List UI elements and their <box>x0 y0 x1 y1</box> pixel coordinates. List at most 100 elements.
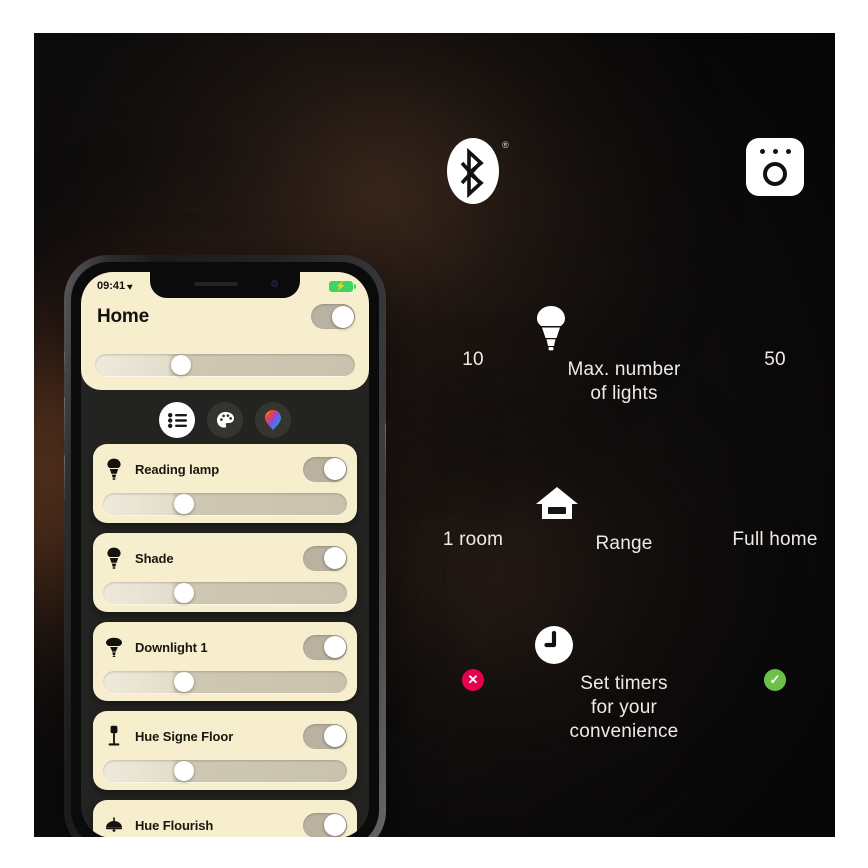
status-bar-time-group: 09:41 <box>97 280 135 292</box>
max-lights-caption: Max. number of lights <box>534 358 714 406</box>
light-brightness-track[interactable] <box>103 671 347 693</box>
battery-bolt-glyph: ⚡ <box>335 280 347 291</box>
light-brightness-knob[interactable] <box>173 494 194 514</box>
bridge-indicator-dots <box>746 149 804 154</box>
light-brightness-track[interactable] <box>103 760 347 782</box>
volume-down-button[interactable] <box>64 455 65 501</box>
light-power-toggle[interactable] <box>303 812 347 837</box>
range-center: Range <box>534 485 714 556</box>
light-row-header: Reading lamp <box>103 454 347 484</box>
light-brightness-slider[interactable] <box>103 671 347 693</box>
pendant-lamp-icon <box>103 817 125 833</box>
light-row-header: Hue Signe Floor <box>103 721 347 751</box>
range-caption: Range <box>534 532 714 556</box>
light-brightness-knob[interactable] <box>173 761 194 781</box>
list-item[interactable]: Shade <box>93 533 357 612</box>
light-brightness-knob[interactable] <box>173 672 194 692</box>
light-name: Hue Flourish <box>135 817 214 833</box>
light-bulb-icon <box>534 305 714 351</box>
master-brightness-knob[interactable] <box>170 355 191 375</box>
bluetooth-icon: ® <box>447 138 509 204</box>
light-toggle-knob <box>323 725 346 747</box>
location-arrow-icon <box>126 282 135 290</box>
timers-caption-line3: convenience <box>569 720 679 742</box>
light-power-toggle[interactable] <box>303 723 347 749</box>
tab-rooms[interactable] <box>159 402 195 438</box>
comparison-row-timers: ✕ Set timers for your convenience ✓ <box>414 625 834 743</box>
tab-scenes[interactable] <box>207 402 243 438</box>
comparison-row-logos: ® <box>414 138 834 210</box>
timers-center: Set timers for your convenience <box>534 625 714 743</box>
palette-icon <box>216 411 234 428</box>
light-toggle-knob <box>323 547 346 569</box>
max-lights-bluetooth-value: 10 <box>462 349 484 370</box>
light-brightness-track[interactable] <box>103 582 347 604</box>
list-item[interactable]: Reading lamp <box>93 444 357 523</box>
light-brightness-slider[interactable] <box>103 582 347 604</box>
clock-icon <box>534 625 714 665</box>
cross-mark-glyph: ✕ <box>467 672 479 687</box>
spotlight-icon <box>103 637 125 657</box>
hue-bridge-logo-cell <box>716 138 834 202</box>
floor-lamp-icon <box>103 725 125 747</box>
comparison-row-range: 1 room Range Full home <box>414 485 834 556</box>
comparison-row-max-lights: 10 Max. number of lights 50 <box>414 305 834 406</box>
color-bulb-icon <box>265 410 281 430</box>
tab-colors[interactable] <box>255 402 291 438</box>
volume-up-button[interactable] <box>64 397 65 443</box>
bluetooth-logo-cell: ® <box>414 138 532 210</box>
battery-charging-icon: ⚡ <box>329 280 356 292</box>
page-title: Home <box>97 305 149 327</box>
status-bar-time: 09:41 <box>97 280 126 292</box>
light-brightness-slider[interactable] <box>103 760 347 782</box>
master-brightness-track[interactable] <box>95 354 355 376</box>
iphone-mockup: 09:41 ⚡ Home Reading lamp Shade Downligh… <box>64 255 386 837</box>
timers-caption-line1: Set timers <box>580 673 668 694</box>
tab-bar <box>81 400 369 440</box>
front-camera-icon <box>271 280 278 287</box>
check-mark-icon: ✓ <box>764 669 786 691</box>
hero-image: ® 10 Max. number of lights 50 1 room Ran… <box>34 33 835 837</box>
light-row-header: Downlight 1 <box>103 632 347 662</box>
mute-switch-button[interactable] <box>64 351 65 377</box>
light-list[interactable]: Reading lamp Shade Downlight 1 Hue Signe… <box>81 444 369 837</box>
range-caption-line1: Range <box>595 533 653 554</box>
page-root: ® 10 Max. number of lights 50 1 room Ran… <box>0 0 868 868</box>
light-row-header: Hue Flourish <box>103 810 347 837</box>
list-icon <box>167 412 187 428</box>
max-lights-caption-line1: Max. number <box>567 359 681 380</box>
timers-caption-line2: for your <box>590 696 657 718</box>
list-item[interactable]: Hue Flourish <box>93 800 357 837</box>
light-power-toggle[interactable] <box>303 545 347 571</box>
home-icon <box>534 485 714 525</box>
list-item[interactable]: Downlight 1 <box>93 622 357 701</box>
light-brightness-knob[interactable] <box>173 583 194 603</box>
hue-bridge-icon <box>746 138 804 196</box>
light-power-toggle[interactable] <box>303 634 347 660</box>
master-brightness-slider[interactable] <box>95 354 355 376</box>
light-toggle-knob <box>323 636 346 658</box>
light-name: Hue Signe Floor <box>135 728 234 744</box>
comparison-column: ® 10 Max. number of lights 50 1 room Ran… <box>414 33 834 837</box>
power-button[interactable] <box>385 423 386 493</box>
master-power-toggle[interactable] <box>311 304 355 329</box>
light-brightness-slider[interactable] <box>103 493 347 515</box>
light-name: Shade <box>135 550 174 566</box>
light-toggle-knob <box>323 458 346 480</box>
max-lights-center: Max. number of lights <box>534 305 714 406</box>
bridge-button-ring <box>763 162 787 186</box>
light-name: Downlight 1 <box>135 639 208 655</box>
phone-bezel: 09:41 ⚡ Home Reading lamp Shade Downligh… <box>71 262 379 837</box>
phone-screen: 09:41 ⚡ Home Reading lamp Shade Downligh… <box>81 272 369 837</box>
timers-bluetooth-value: ✕ <box>414 625 532 697</box>
light-brightness-track[interactable] <box>103 493 347 515</box>
light-power-toggle[interactable] <box>303 456 347 482</box>
registered-trademark-mark: ® <box>502 140 509 150</box>
light-name: Reading lamp <box>135 461 220 477</box>
check-mark-glyph: ✓ <box>769 672 781 687</box>
master-toggle-knob <box>331 305 354 328</box>
range-bridge-value: Full home <box>732 529 818 550</box>
range-bluetooth-value: 1 room <box>442 529 504 550</box>
list-item[interactable]: Hue Signe Floor <box>93 711 357 790</box>
timers-bridge-value: ✓ <box>716 625 834 697</box>
